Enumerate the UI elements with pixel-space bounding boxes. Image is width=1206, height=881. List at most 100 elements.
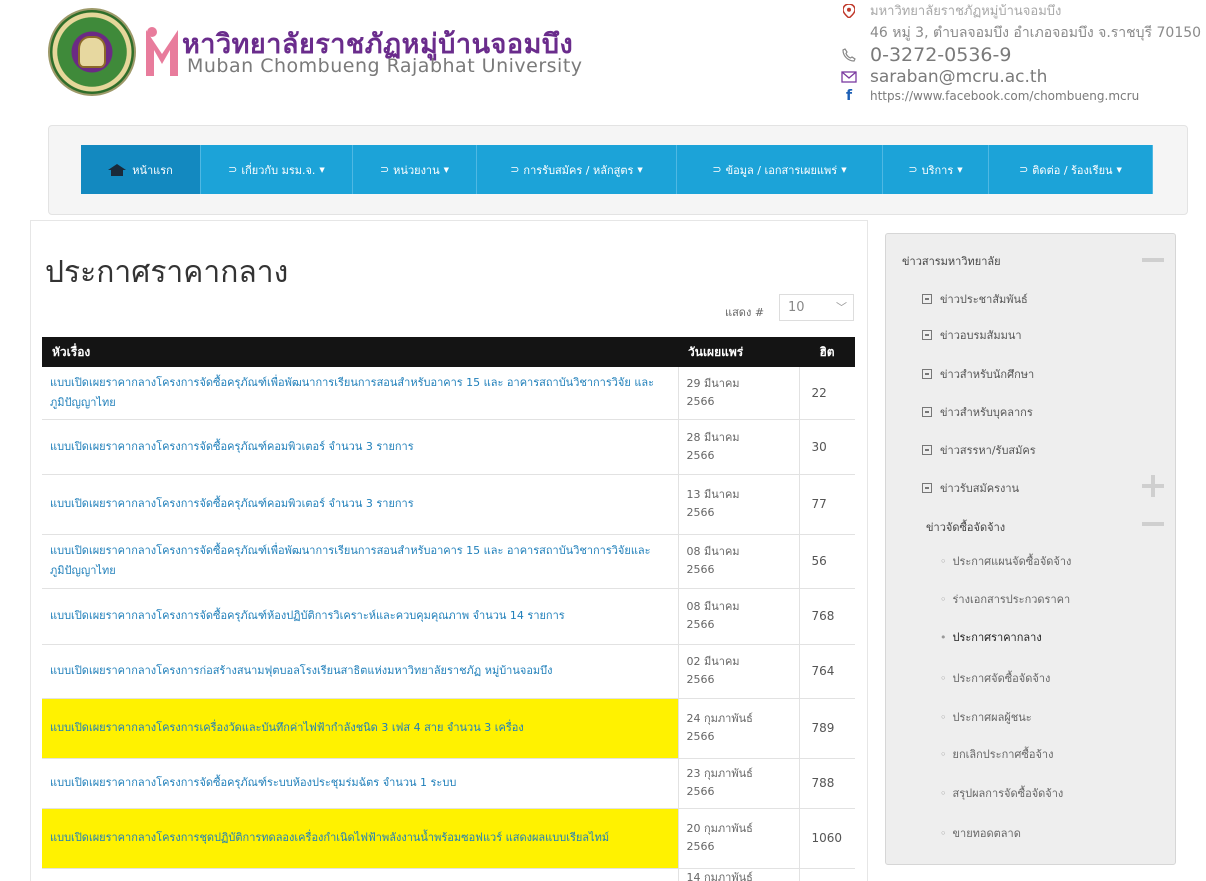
hit-count: 1060 bbox=[799, 808, 855, 869]
main-navigation-bar: หน้าแรก ⊃ เกี่ยวกับ มรม.จ. ▼ ⊃ หน่วยงาน ▼ … bbox=[48, 125, 1188, 215]
hit-count: 77 bbox=[799, 474, 855, 535]
nav-documents[interactable]: ⊃ ข้อมูล / เอกสารเผยแพร่ ▼ bbox=[677, 145, 883, 194]
sidebar-news-menu: ข่าวสารมหาวิทยาลัย ข่าวประชาสัมพันธ์ ข่า… bbox=[885, 233, 1176, 865]
page-title: ประกาศราคากลาง bbox=[45, 255, 289, 290]
sidebar-item-seminar[interactable]: ข่าวอบรมสัมมนา bbox=[922, 326, 1022, 344]
column-header-date[interactable]: วันเผยแพร่ bbox=[678, 337, 799, 367]
circle-arrow-icon: ⊃ bbox=[908, 163, 918, 176]
announcement-table: หัวเรื่อง วันเผยแพร่ ฮิต แบบเปิดเผยราคาก… bbox=[42, 337, 855, 881]
phone-row: 0-3272-0536-9 bbox=[838, 44, 1011, 66]
home-icon bbox=[108, 163, 127, 176]
university-seal-logo[interactable] bbox=[48, 8, 136, 96]
caret-down-icon: ▼ bbox=[1116, 165, 1122, 174]
hit-count: 56 bbox=[799, 534, 855, 589]
announcement-link[interactable]: แบบเปิดเผยราคากลางโครงการจัดซื้อครุภัณฑ์… bbox=[42, 367, 678, 420]
caret-down-icon: ▼ bbox=[443, 165, 450, 174]
expand-plus-icon[interactable] bbox=[1142, 475, 1164, 497]
circle-arrow-icon: ⊃ bbox=[1019, 163, 1029, 176]
main-content: ประกาศราคากลาง แสดง # 10 ﹀ หัวเรื่อง วัน… bbox=[30, 220, 868, 881]
collapse-minus-icon[interactable] bbox=[1142, 522, 1164, 526]
caret-down-icon: ▼ bbox=[319, 165, 325, 174]
publish-date: 08 มีนาคม 2566 bbox=[677, 534, 800, 589]
circle-arrow-icon: ⊃ bbox=[379, 163, 390, 176]
announcement-link[interactable]: แบบเปิดเผยราคากลางโครงการจัดซื้อครุภัณฑ์… bbox=[42, 534, 678, 589]
sidebar-heading-procurement[interactable]: ข่าวจัดซื้อจัดจ้าง bbox=[926, 518, 1005, 536]
sidebar-item-staff[interactable]: ข่าวสำหรับบุคลากร bbox=[922, 403, 1033, 421]
sidebar-sub-reference-price[interactable]: • ประกาศราคากลาง bbox=[940, 628, 1042, 646]
announcement-link[interactable]: แบบเปิดเผยราคากลางโครงการจัดซื้อครุภัณฑ์… bbox=[42, 588, 678, 645]
display-count-label: แสดง # bbox=[725, 306, 765, 319]
publish-date: 13 มีนาคม 2566 bbox=[677, 474, 800, 535]
sidebar-sub-bid-draft[interactable]: ◦ ร่างเอกสารประกวดราคา bbox=[940, 590, 1070, 608]
sidebar-sub-winner[interactable]: ◦ ประกาศผลผู้ชนะ bbox=[940, 708, 1032, 726]
publish-date: 29 มีนาคม 2566 bbox=[677, 367, 800, 420]
hit-count: 789 bbox=[799, 698, 855, 759]
square-bullet-icon bbox=[922, 369, 932, 379]
square-bullet-icon bbox=[922, 407, 932, 417]
square-bullet-icon bbox=[922, 483, 932, 493]
nav-menu: หน้าแรก ⊃ เกี่ยวกับ มรม.จ. ▼ ⊃ หน่วยงาน ▼ … bbox=[81, 145, 1153, 194]
facebook-row: f https://www.facebook.com/chombueng.mcr… bbox=[838, 88, 1139, 104]
column-header-title[interactable]: หัวเรื่อง bbox=[42, 337, 678, 367]
nav-about[interactable]: ⊃ เกี่ยวกับ มรม.จ. ▼ bbox=[201, 145, 353, 194]
address-line-1: มหาวิทยาลัยราชภัฏหมู่บ้านจอมบึง bbox=[838, 0, 1061, 21]
circle-arrow-icon: ⊃ bbox=[712, 163, 722, 176]
email-row: saraban@mcru.ac.th bbox=[838, 67, 1047, 87]
column-header-hits[interactable]: ฮิต bbox=[799, 337, 855, 367]
sidebar-sub-summary[interactable]: ◦ สรุปผลการจัดซื้อจัดจ้าง bbox=[940, 784, 1063, 802]
hit-count bbox=[799, 868, 855, 881]
hit-count: 764 bbox=[799, 644, 855, 699]
table-row-highlighted: แบบเปิดเผยราคากลางโครงการชุดปฏิบัติการทด… bbox=[42, 808, 855, 869]
sidebar-sub-procurement-notice[interactable]: ◦ ประกาศจัดซื้อจัดจ้าง bbox=[940, 669, 1050, 687]
caret-down-icon: ▼ bbox=[637, 165, 643, 174]
nav-admission[interactable]: ⊃ การรับสมัคร / หลักสูตร ▼ bbox=[477, 145, 677, 194]
publish-date: 20 กุมภาพันธ์ 2566 bbox=[677, 808, 800, 869]
sidebar-item-pr[interactable]: ข่าวประชาสัมพันธ์ bbox=[922, 290, 1028, 308]
sidebar-item-students[interactable]: ข่าวสำหรับนักศึกษา bbox=[922, 365, 1034, 383]
table-row: แบบเปิดเผยราคากลางโครงการจัดซื้อครุภัณฑ์… bbox=[42, 534, 855, 589]
address-line-2: 46 หมู่ 3, ตำบลจอมบึง อำเภอจอมบึง จ.ราชบ… bbox=[870, 25, 1202, 41]
facebook-icon: f bbox=[845, 88, 853, 104]
table-header-row: หัวเรื่อง วันเผยแพร่ ฮิต bbox=[42, 337, 855, 367]
nav-home[interactable]: หน้าแรก bbox=[81, 145, 201, 194]
announcement-link[interactable]: แบบเปิดเผยราคากลางโครงการจัดซื้อครุภัณฑ์… bbox=[42, 419, 678, 475]
phone-icon bbox=[838, 48, 860, 62]
hit-count: 22 bbox=[799, 367, 855, 420]
nav-services[interactable]: ⊃ บริการ ▼ bbox=[883, 145, 989, 194]
table-row: แบบเปิดเผยราคากลางโครงการจัดซื้อครุภัณฑ์… bbox=[42, 758, 855, 809]
sidebar-sub-auction[interactable]: ◦ ขายทอดตลาด bbox=[940, 824, 1021, 842]
table-row: แบบเปิดเผยราคากลางโครงการจัดซื้อครุภัณฑ์… bbox=[42, 367, 855, 420]
publish-date: 23 กุมภาพันธ์ 2566 bbox=[677, 758, 800, 809]
map-pin-icon bbox=[838, 3, 860, 18]
nav-departments[interactable]: ⊃ หน่วยงาน ▼ bbox=[353, 145, 477, 194]
sidebar-heading-news[interactable]: ข่าวสารมหาวิทยาลัย bbox=[902, 252, 1001, 270]
announcement-link[interactable]: แบบเปิดเผยราคากลางโครงการจัดซื้อครุภัณฑ์… bbox=[42, 474, 678, 535]
sidebar-sub-cancel[interactable]: ◦ ยกเลิกประกาศซื้อจ้าง bbox=[940, 745, 1053, 763]
announcement-link[interactable]: แบบเปิดเผยราคากลางโครงการชุดปฏิบัติการทด… bbox=[42, 808, 678, 869]
table-row: แบบเปิดเผยราคากลางโครงการจัดซื้อครุภัณฑ์… bbox=[42, 474, 855, 535]
circle-arrow-icon: ⊃ bbox=[228, 163, 238, 176]
announcement-link[interactable]: แบบเปิดเผยราคากลางโครงการก่อสร้างสนามฟุต… bbox=[42, 644, 678, 699]
announcement-link[interactable]: แบบเปิดเผยราคากลางโครงการจัดซื้อครุภัณฑ์… bbox=[42, 758, 678, 809]
university-name-english[interactable]: Muban Chombueng Rajabhat University bbox=[187, 55, 583, 77]
publish-date: 28 มีนาคม 2566 bbox=[677, 419, 800, 475]
publish-date: 08 มีนาคม 2566 bbox=[677, 588, 800, 645]
sidebar-sub-procurement-plan[interactable]: ◦ ประกาศแผนจัดซื้อจัดจ้าง bbox=[940, 552, 1071, 570]
announcement-link[interactable] bbox=[42, 868, 678, 881]
display-count-select[interactable]: 10 ﹀ bbox=[779, 294, 854, 321]
nav-contact[interactable]: ⊃ ติดต่อ / ร้องเรียน ▼ bbox=[989, 145, 1153, 194]
sidebar-item-recruitment[interactable]: ข่าวสรรหา/รับสมัคร bbox=[922, 441, 1036, 459]
square-bullet-icon bbox=[922, 330, 932, 340]
hit-count: 768 bbox=[799, 588, 855, 645]
logo-m-mark bbox=[146, 27, 178, 76]
collapse-minus-icon[interactable] bbox=[1142, 258, 1164, 262]
caret-down-icon: ▼ bbox=[957, 165, 963, 174]
publish-date: 02 มีนาคม 2566 bbox=[677, 644, 800, 699]
site-header: หาวิทยาลัยราชภัฏหมู่บ้านจอมบึง Muban Cho… bbox=[0, 0, 1206, 118]
caret-down-icon: ▼ bbox=[841, 165, 847, 174]
hit-count: 788 bbox=[799, 758, 855, 809]
sidebar-item-jobs[interactable]: ข่าวรับสมัครงาน bbox=[922, 479, 1019, 497]
table-row: 14 กุมภาพันธ์ bbox=[42, 868, 855, 881]
square-bullet-icon bbox=[922, 294, 932, 304]
announcement-link[interactable]: แบบเปิดเผยราคากลางโครงการเครื่องวัดและบั… bbox=[42, 698, 678, 759]
